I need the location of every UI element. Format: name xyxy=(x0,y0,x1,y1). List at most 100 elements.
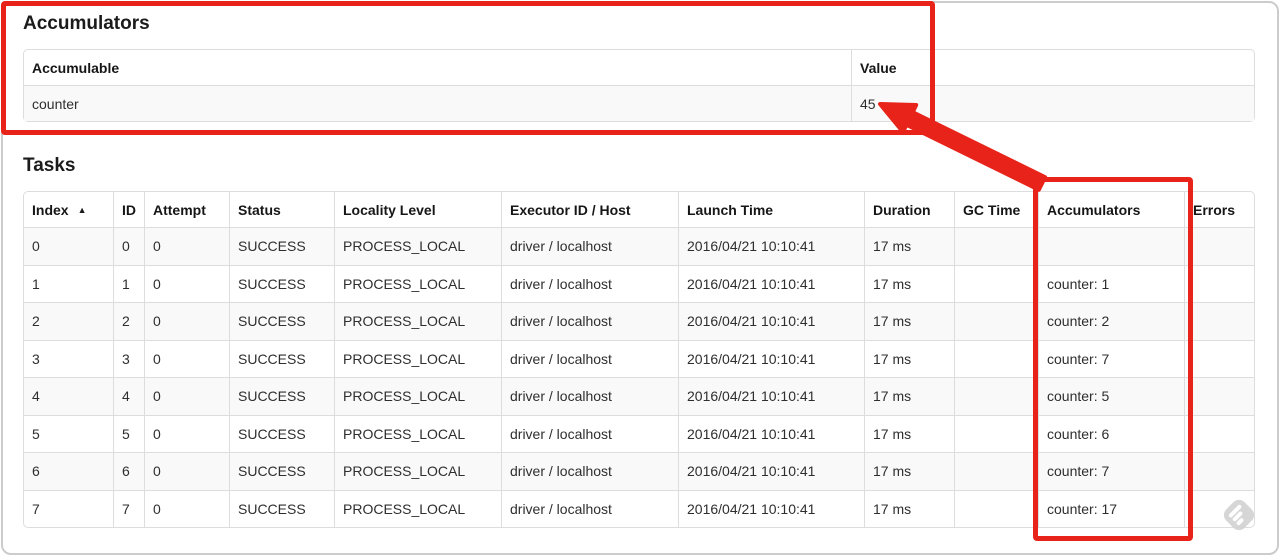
column-header-value[interactable]: Value xyxy=(851,50,1254,85)
column-header-label: Accumulable xyxy=(32,59,120,76)
cell-duration: 17 ms xyxy=(864,302,954,340)
column-header-attempt[interactable]: Attempt xyxy=(144,192,229,227)
column-header-errors[interactable]: Errors xyxy=(1184,192,1254,227)
cell-duration: 17 ms xyxy=(864,264,954,302)
table-row: 4 4 0 SUCCESS PROCESS_LOCAL driver / localhos… xyxy=(24,377,1254,415)
tasks-table-body: 0 0 0 SUCCESS PROCESS_LOCAL driver / localhos… xyxy=(24,227,1254,527)
cell-locality-level: PROCESS_LOCAL xyxy=(334,377,501,415)
feedly-icon[interactable] xyxy=(1221,497,1257,533)
cell-gc-time xyxy=(954,414,1038,452)
tasks-table: Index ▲ ID Attempt Status Locality Level Execu… xyxy=(23,191,1255,528)
cell-errors xyxy=(1184,414,1254,452)
cell-gc-time xyxy=(954,339,1038,377)
cell-locality-level: PROCESS_LOCAL xyxy=(334,452,501,490)
cell-id: 4 xyxy=(113,377,144,415)
cell-attempt: 0 xyxy=(144,489,229,527)
cell-status: SUCCESS xyxy=(229,264,334,302)
cell-status: SUCCESS xyxy=(229,452,334,490)
cell-accumulators: counter: 7 xyxy=(1038,452,1184,490)
table-row: 3 3 0 SUCCESS PROCESS_LOCAL driver / localhos… xyxy=(24,339,1254,377)
cell-locality-level: PROCESS_LOCAL xyxy=(334,339,501,377)
cell-launch-time: 2016/04/21 10:10:41 xyxy=(678,489,864,527)
cell-attempt: 0 xyxy=(144,377,229,415)
cell-gc-time xyxy=(954,302,1038,340)
column-header-gc-time[interactable]: GC Time xyxy=(954,192,1038,227)
cell-accumulators: counter: 2 xyxy=(1038,302,1184,340)
cell-id: 6 xyxy=(113,452,144,490)
cell-gc-time xyxy=(954,489,1038,527)
cell-gc-time xyxy=(954,377,1038,415)
column-header-accumulable[interactable]: Accumulable xyxy=(24,50,851,85)
cell-attempt: 0 xyxy=(144,302,229,340)
table-row: 5 5 0 SUCCESS PROCESS_LOCAL driver / localhos… xyxy=(24,414,1254,453)
column-header-accumulators[interactable]: Accumulators xyxy=(1038,192,1184,227)
cell-launch-time: 2016/04/21 10:10:41 xyxy=(678,339,864,377)
header-row: Accumulable Value xyxy=(24,50,1254,85)
cell-id: 2 xyxy=(113,302,144,340)
accumulators-section-title: Accumulators xyxy=(23,13,150,34)
accumulators-table: Accumulable Value counter 45 xyxy=(23,49,1255,122)
cell-executor-id-host: driver / localhost xyxy=(501,339,678,377)
cell-locality-level: PROCESS_LOCAL xyxy=(334,302,501,340)
cell-errors xyxy=(1184,377,1254,415)
table-row: 6 6 0 SUCCESS PROCESS_LOCAL driver / localhos… xyxy=(24,452,1254,490)
table-row: 2 2 0 SUCCESS PROCESS_LOCAL driver / localhos… xyxy=(24,302,1254,340)
column-header-launch-time[interactable]: Launch Time xyxy=(678,192,864,227)
column-header-label: Duration xyxy=(873,201,931,218)
cell-index: 0 xyxy=(24,227,113,265)
column-header-status[interactable]: Status xyxy=(229,192,334,227)
table-row: 7 7 0 SUCCESS PROCESS_LOCAL driver / localhos… xyxy=(24,489,1254,527)
cell-executor-id-host: driver / localhost xyxy=(501,414,678,452)
cell-id: 0 xyxy=(113,227,144,265)
column-header-index[interactable]: Index ▲ xyxy=(24,192,113,227)
cell-index: 1 xyxy=(24,264,113,303)
accumulators-table-body: counter 45 xyxy=(24,85,1254,121)
header-row: Index ▲ ID Attempt Status Locality Level Execu… xyxy=(24,192,1254,227)
column-header-label: Executor ID / Host xyxy=(510,201,631,218)
cell-status: SUCCESS xyxy=(229,414,334,452)
column-header-label: Launch Time xyxy=(687,201,774,218)
cell-accumulators: counter: 7 xyxy=(1038,339,1184,377)
cell-executor-id-host: driver / localhost xyxy=(501,227,678,265)
cell-id: 5 xyxy=(113,414,144,452)
cell-value: 45 xyxy=(851,85,1254,121)
cell-launch-time: 2016/04/21 10:10:41 xyxy=(678,414,864,452)
column-header-locality-level[interactable]: Locality Level xyxy=(334,192,501,227)
cell-duration: 17 ms xyxy=(864,489,954,527)
column-header-duration[interactable]: Duration xyxy=(864,192,954,227)
column-header-label: Errors xyxy=(1193,201,1236,218)
cell-locality-level: PROCESS_LOCAL xyxy=(334,264,501,302)
cell-errors xyxy=(1184,302,1254,340)
column-header-label: Locality Level xyxy=(343,201,436,218)
column-header-label: GC Time xyxy=(963,201,1021,218)
cell-gc-time xyxy=(954,264,1038,302)
cell-attempt: 0 xyxy=(144,339,229,377)
cell-launch-time: 2016/04/21 10:10:41 xyxy=(678,264,864,302)
cell-duration: 17 ms xyxy=(864,414,954,452)
column-header-id[interactable]: ID xyxy=(113,192,144,227)
column-header-label: Status xyxy=(238,201,281,218)
column-header-executor-id-host[interactable]: Executor ID / Host xyxy=(501,192,678,227)
column-header-label: Value xyxy=(860,59,897,76)
table-row: 1 1 0 SUCCESS PROCESS_LOCAL driver / localhos… xyxy=(24,264,1254,303)
cell-status: SUCCESS xyxy=(229,302,334,340)
table-row: counter 45 xyxy=(24,85,1254,121)
cell-gc-time xyxy=(954,452,1038,490)
cell-accumulators: counter: 6 xyxy=(1038,414,1184,452)
cell-index: 6 xyxy=(24,452,113,490)
cell-errors xyxy=(1184,227,1254,265)
cell-accumulators: counter: 5 xyxy=(1038,377,1184,415)
tasks-section-title: Tasks xyxy=(23,155,76,176)
column-header-label: Attempt xyxy=(153,201,206,218)
cell-launch-time: 2016/04/21 10:10:41 xyxy=(678,452,864,490)
cell-errors xyxy=(1184,264,1254,302)
cell-id: 1 xyxy=(113,264,144,302)
cell-id: 3 xyxy=(113,339,144,377)
column-header-label: Accumulators xyxy=(1047,201,1141,218)
cell-status: SUCCESS xyxy=(229,339,334,377)
cell-gc-time xyxy=(954,227,1038,265)
cell-index: 5 xyxy=(24,414,113,453)
cell-executor-id-host: driver / localhost xyxy=(501,452,678,490)
column-header-label: Index xyxy=(32,201,69,218)
cell-errors xyxy=(1184,339,1254,377)
